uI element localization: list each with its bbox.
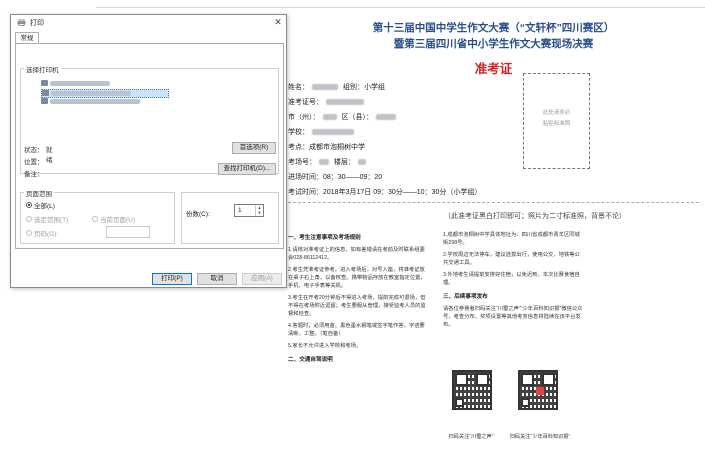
redacted-room (319, 159, 329, 166)
print-dialog: 打印 ✕ 常规 选择打印机 状态： 就绪 位置： 备注： 首选项(R) 查找打印… (10, 14, 287, 288)
room-row: 考场号： 楼层： (288, 157, 369, 167)
document-subtitle: 暨第三届四川省中小学生作文大赛现场决赛 (393, 38, 594, 50)
district-label: 区（县）： (341, 114, 373, 121)
range-current-label: 当前页面(U) (100, 217, 136, 224)
status-label: 状态： (24, 147, 44, 154)
rule-3: 3.考生在开考20分钟后不得进入考场，提前完成可退场，但不得在考场附近逗留；考生… (288, 295, 426, 317)
room-label: 考场号： (288, 159, 316, 166)
copies-value: 1 (238, 207, 242, 214)
admission-ticket-document: 第十三届中国中学生作文大赛（“文轩杯”四川赛区） 暨第三届四川省中小学生作文大赛… (286, 16, 701, 461)
photo-box: 此处请务必 粘贴标准照 (523, 73, 590, 169)
printer-name (51, 90, 131, 96)
qr-caption-2: 扫码关注“少年百科知识报” (509, 434, 571, 440)
exam-time: 考试时间：2018年3月17日 09：30分——10：30分（小学组） (288, 189, 482, 196)
info-2: 2.学校周边无法停车，建议选拔出行，使用公交、地铁等公共交通工具。 (443, 252, 580, 266)
copies-label: 份数(C): (186, 211, 210, 218)
photo-hint-line1: 此处请务必 (542, 110, 571, 116)
redacted-floor (357, 159, 366, 166)
printer-list[interactable] (38, 80, 169, 106)
spinner-arrows-icon[interactable]: ▲ ▼ (255, 205, 263, 216)
info-4: 请各位参赛者扫码关注“川蜀之声”“少年百科知识报”微信公众号，考查分布、奖项设置… (443, 306, 583, 328)
printer-item[interactable] (41, 80, 191, 89)
info-column: 1.成都市泡桐树中学具体地址为：四川省成都市青羊区同城街298号。 2.学校周边… (443, 231, 583, 333)
preferences-button[interactable]: 首选项(R) (232, 142, 276, 154)
qr-code-chuanshu (452, 370, 492, 410)
photo-hint-line2: 粘贴标准照 (542, 121, 571, 127)
redacted-district (375, 114, 396, 121)
exam-no-row: 准考证号： (288, 97, 367, 107)
general-panel: 选择打印机 状态： 就绪 位置： 备注： 首选项(R) 查找打印机(D)... … (15, 43, 284, 249)
range-pages-label: 页码(G): (34, 231, 59, 238)
school-label: 学校： (288, 129, 309, 136)
redacted-name (312, 84, 338, 91)
top-divider (96, 7, 705, 8)
find-printer-button[interactable]: 查找打印机(D)... (218, 163, 276, 175)
radio-icon (26, 230, 32, 237)
location-label: 位置： (24, 159, 44, 166)
radio-icon (92, 216, 98, 223)
floor-label: 楼层： (333, 159, 355, 166)
printer-icon (41, 98, 48, 105)
print-note: （此准考证黑白打印即可；照片为二寸标准照，背景不论） (444, 213, 626, 220)
printer-icon (41, 80, 48, 87)
traffic-heading: 二、交通自驾说明 (288, 357, 333, 363)
status-row: 状态： 就绪 (24, 144, 53, 164)
page-range-label: 页面范围 (24, 188, 54, 198)
printer-name (50, 80, 110, 86)
ticket-heading: 准考证 (474, 62, 513, 76)
comment-label: 备注： (24, 171, 44, 178)
cancel-button[interactable]: 取消 (197, 273, 237, 285)
range-current-radio[interactable]: 当前页面(U) (92, 214, 135, 224)
pages-input[interactable] (106, 226, 150, 238)
dialog-title: 打印 (30, 20, 44, 27)
dashed-separator (288, 202, 699, 203)
redacted-city (322, 114, 337, 121)
name-row: 姓名： 组别：小学组 (288, 82, 385, 92)
comment-row: 备注： (24, 168, 44, 178)
redacted-school (312, 129, 354, 136)
rule-4: 4.答题时，必须用蓝、黑色墨水钢笔或签字笔作答，字迹要清晰、工整。（笔自备） (288, 323, 425, 337)
range-selection-radio[interactable]: 选定范围(T) (26, 214, 68, 224)
region-row: 市（州）： 区（县）： (288, 112, 399, 122)
info-3: 3.外地考生请提前安排好住宿，以免迟到，本次比赛食宿自理。 (443, 272, 580, 286)
select-printer-label: 选择打印机 (24, 64, 61, 74)
info-1: 1.成都市泡桐树中学具体地址为：四川省成都市青羊区同城街298号。 (443, 232, 580, 246)
range-pages-radio[interactable]: 页码(G): (26, 228, 58, 238)
printer-item[interactable] (41, 98, 191, 107)
qr-caption-1: 扫码关注“川蜀之声” (448, 434, 494, 440)
group-label: 组别：小学组 (342, 84, 385, 91)
range-all-radio[interactable]: 全部(L) (26, 200, 55, 210)
venue-row: 考点：成都市泡桐树中学 (288, 144, 365, 151)
range-all-label: 全部(L) (34, 203, 55, 210)
close-icon[interactable]: ✕ (273, 17, 283, 28)
entry-time: 进场时间：08：30——09：20 (288, 174, 383, 181)
printer-icon (17, 19, 26, 26)
school-row: 学校： (288, 127, 357, 137)
location-row: 位置： (24, 156, 44, 166)
rule-5: 5.家长不允许进入学校和考场。 (288, 343, 362, 349)
status-value: 就绪 (46, 147, 53, 164)
document-title: 第十三届中国中学生作文大赛（“文轩杯”四川赛区） (372, 22, 615, 34)
city-label: 市（州）： (288, 114, 320, 121)
exam-no-label: 准考证号： (288, 99, 323, 106)
radio-checked-icon (26, 202, 32, 209)
name-label: 姓名： (288, 84, 309, 91)
printer-name (50, 98, 140, 104)
dialog-titlebar[interactable]: 打印 ✕ (11, 15, 286, 30)
printer-icon (42, 90, 49, 97)
rule-2: 2.考生凭准考证参考。进入考场后，对号入座，将准考证放在桌子右上角，以备核查。携… (288, 267, 426, 289)
rules-column: 一、考生注意事项及考场规则 1.请核对准考证上的信息，如有差错请在考前及时联系组… (288, 228, 428, 368)
redacted-exam-no (326, 99, 364, 106)
qr-code-shaonian (518, 370, 558, 410)
apply-button[interactable]: 应用(A) (242, 273, 282, 285)
rule-1: 1.请核对准考证上的信息，如有差错请在考前及时联系组委会028-86112412… (288, 247, 425, 261)
print-button[interactable]: 打印(P) (152, 273, 192, 285)
range-selection-label: 选定范围(T) (34, 217, 69, 224)
rules-heading: 一、考生注意事项及考场规则 (288, 235, 361, 241)
radio-icon (26, 216, 32, 223)
copies-spinner[interactable]: 1 ▲ ▼ (234, 204, 264, 217)
printer-item-selected[interactable] (41, 89, 169, 98)
copies-group (181, 192, 279, 244)
followup-heading: 三、后续事项发布 (443, 294, 488, 300)
